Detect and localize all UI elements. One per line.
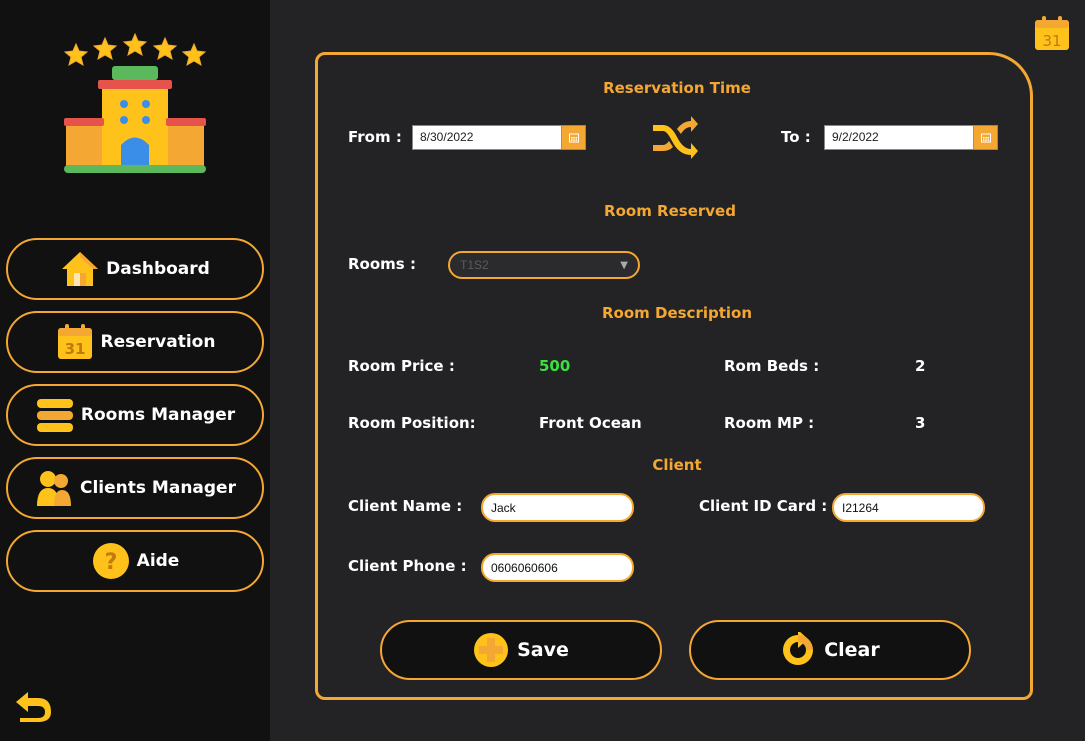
- sidebar-item-label: Aide: [136, 551, 180, 571]
- reservation-panel: Reservation Time From : 8/30/2022 To : 9…: [315, 52, 1033, 700]
- back-arrow-icon[interactable]: [14, 688, 54, 724]
- room-price-value: 500: [539, 357, 571, 375]
- clear-label: Clear: [824, 639, 880, 661]
- svg-text:31: 31: [1042, 32, 1061, 50]
- room-position-label: Room Position:: [348, 414, 476, 432]
- sidebar-item-dashboard[interactable]: Dashboard: [6, 238, 264, 300]
- question-icon: ?: [91, 541, 131, 581]
- sidebar-item-label: Rooms Manager: [80, 405, 236, 425]
- hotel-logo-icon: [58, 30, 213, 180]
- shuffle-icon[interactable]: [651, 115, 699, 161]
- svg-text:?: ?: [104, 550, 117, 575]
- client-phone-input[interactable]: 0606060606: [481, 553, 634, 582]
- sidebar-item-aide[interactable]: ? Aide: [6, 530, 264, 592]
- sidebar-item-reservation[interactable]: 31 Reservation: [6, 311, 264, 373]
- users-icon: [34, 468, 74, 508]
- calendar-icon: 31: [55, 322, 95, 362]
- rooms-select[interactable]: T1S2 ▼: [448, 251, 640, 279]
- chevron-down-icon: ▼: [620, 259, 628, 271]
- svg-text:31: 31: [64, 340, 85, 358]
- sidebar-item-clients-manager[interactable]: Clients Manager: [6, 457, 264, 519]
- sidebar-item-label: Reservation: [100, 332, 216, 352]
- rooms-label: Rooms :: [348, 255, 416, 273]
- calendar-dropdown-icon[interactable]: [973, 126, 997, 149]
- stack-icon: [35, 395, 75, 435]
- house-icon: [60, 249, 100, 289]
- plus-icon: [473, 632, 509, 668]
- room-description-title: Room Description: [601, 304, 753, 322]
- room-price-label: Room Price :: [348, 357, 455, 375]
- client-phone-label: Client Phone :: [348, 557, 467, 575]
- room-reserved-title: Room Reserved: [604, 202, 736, 220]
- sidebar-item-label: Clients Manager: [80, 478, 236, 498]
- rooms-selected-value: T1S2: [460, 258, 489, 272]
- client-id-label: Client ID Card :: [699, 497, 828, 515]
- room-mp-value: 3: [915, 414, 926, 432]
- sidebar-item-label: Dashboard: [106, 259, 210, 279]
- from-date-value: 8/30/2022: [420, 130, 474, 144]
- sidebar: Dashboard 31 Reservation Rooms Manager C…: [0, 0, 270, 741]
- save-button[interactable]: Save: [380, 620, 662, 680]
- client-title: Client: [652, 456, 702, 474]
- client-name-label: Client Name :: [348, 497, 463, 515]
- to-date-value: 9/2/2022: [832, 130, 879, 144]
- calendar-dropdown-icon[interactable]: [561, 126, 585, 149]
- from-date-picker[interactable]: 8/30/2022: [412, 125, 586, 150]
- room-position-value: Front Ocean: [539, 414, 642, 432]
- from-label: From :: [348, 128, 402, 146]
- to-label: To :: [781, 128, 811, 146]
- to-date-picker[interactable]: 9/2/2022: [824, 125, 998, 150]
- reservation-time-title: Reservation Time: [603, 79, 751, 97]
- room-beds-label: Rom Beds :: [724, 357, 820, 375]
- clear-button[interactable]: Clear: [689, 620, 971, 680]
- save-label: Save: [517, 639, 569, 661]
- room-beds-value: 2: [915, 357, 926, 375]
- room-mp-label: Room MP :: [724, 414, 815, 432]
- sidebar-item-rooms-manager[interactable]: Rooms Manager: [6, 384, 264, 446]
- refresh-icon: [780, 632, 816, 668]
- client-name-input[interactable]: Jack: [481, 493, 634, 522]
- calendar-icon[interactable]: 31: [1033, 15, 1071, 51]
- client-id-input[interactable]: I21264: [832, 493, 985, 522]
